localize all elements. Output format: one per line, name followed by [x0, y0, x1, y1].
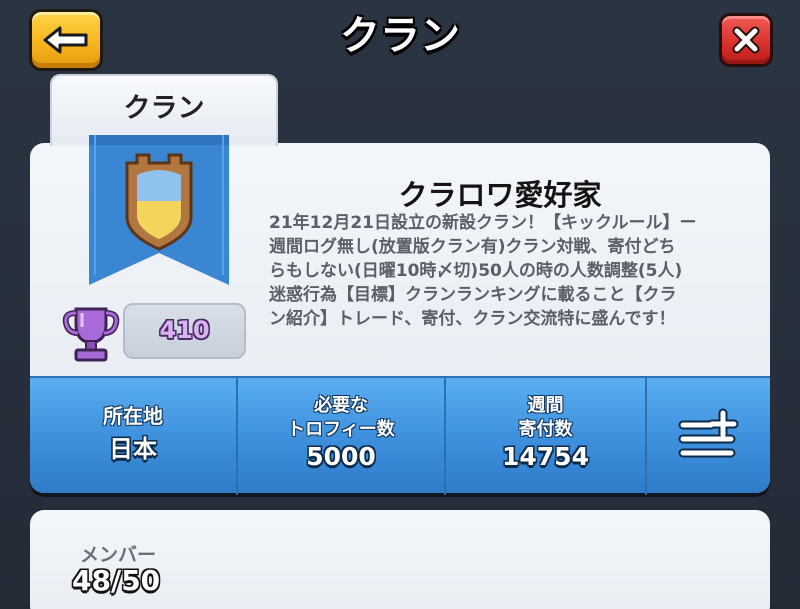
stat-weekly-label-1: 週間 [527, 395, 564, 416]
menu-plus-icon [678, 408, 738, 457]
clan-description-line: らもしない(日曜10時〆切)50人の時の人数調整(5人) [269, 261, 683, 281]
clan-name: クラロワ愛好家 [398, 178, 602, 212]
trophy-count-box: 410 [123, 303, 246, 359]
close-x-icon [732, 26, 760, 54]
stat-weekly-donations: 週間 寄付数 14754 [446, 378, 647, 495]
clan-description: 21年12月21日設立の新設クラン！【キックルール】ー 週間ログ無し(放置版クラ… [269, 211, 749, 331]
stat-required-label-2: トロフィー数 [287, 419, 395, 440]
menu-button[interactable] [647, 376, 770, 493]
members-count: 48/50 [72, 564, 161, 597]
page-title: クラン [340, 13, 460, 59]
stat-weekly-value: 14754 [502, 442, 589, 471]
header-bar: クラン [0, 0, 800, 76]
stat-required-label-1: 必要な [314, 395, 368, 416]
stat-location-label: 所在地 [103, 404, 163, 428]
arrow-left-icon [43, 26, 88, 54]
clan-description-line: 迷惑行為【目標】クランランキングに載ること【クラ [269, 285, 677, 305]
clan-description-line: ン紹介】トレード、寄付、クラン交流特に盛んです！ [269, 309, 676, 329]
stat-required-value: 5000 [306, 442, 376, 471]
trophy-count: 410 [159, 316, 210, 344]
stat-location: 所在地 日本 [30, 378, 238, 495]
tab-clan-label: クラン [123, 93, 205, 124]
stat-required-trophies: 必要な トロフィー数 5000 [238, 378, 446, 495]
clan-badge-icon [89, 135, 229, 285]
stat-weekly-label-2: 寄付数 [518, 419, 573, 440]
clan-description-line: 週間ログ無し(放置版クラン有)クラン対戦、寄付どち [269, 237, 676, 257]
trophy-icon [62, 307, 120, 362]
clan-description-line: 21年12月21日設立の新設クラン！【キックルール】ー [269, 213, 697, 233]
stat-location-value: 日本 [109, 435, 157, 463]
back-button[interactable] [29, 9, 103, 71]
close-button[interactable] [719, 13, 773, 67]
members-label: メンバー [80, 544, 157, 566]
